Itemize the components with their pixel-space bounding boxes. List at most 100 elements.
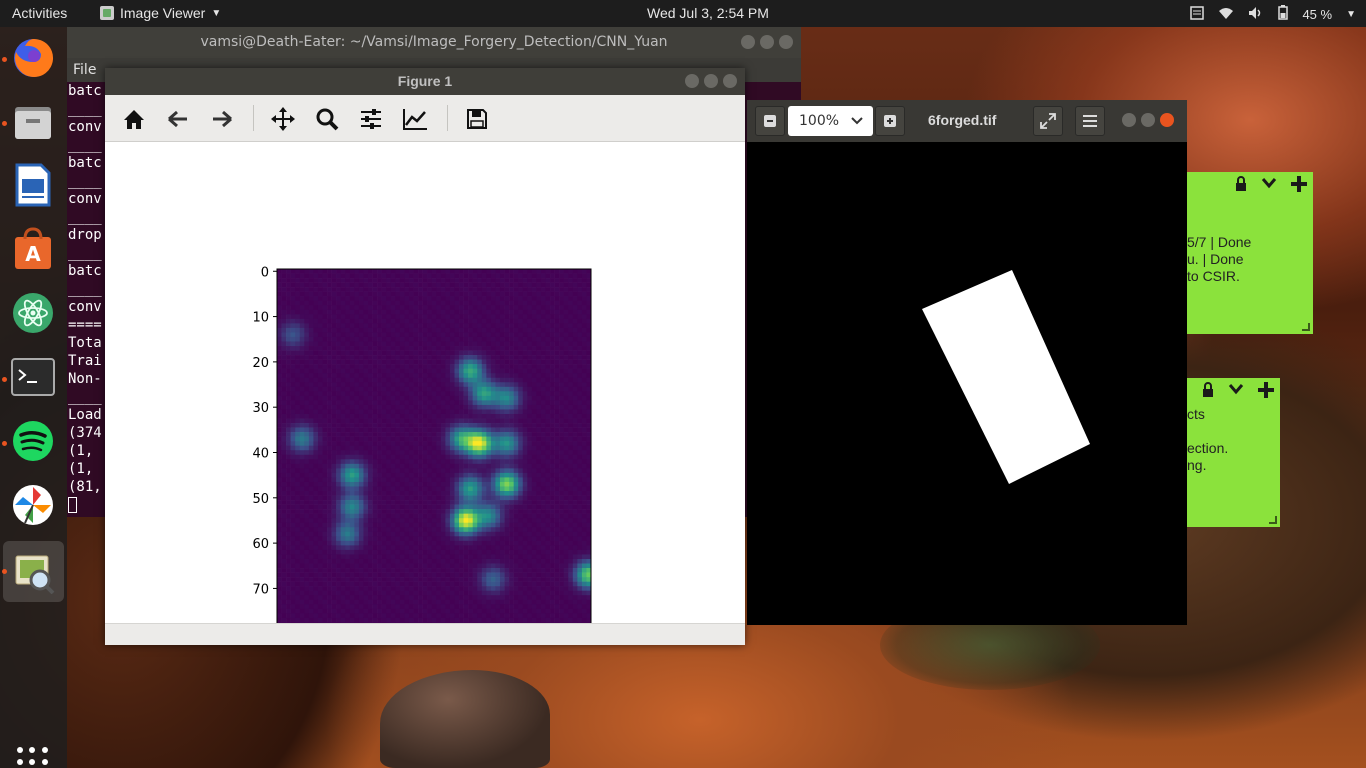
- forward-button[interactable]: [208, 105, 236, 133]
- activities-button[interactable]: Activities: [12, 5, 67, 21]
- heatmap-cell: [477, 309, 483, 315]
- power-menu-icon[interactable]: ▼: [1346, 9, 1356, 20]
- menu-file[interactable]: File: [73, 62, 96, 78]
- heatmap-cell: [554, 413, 560, 419]
- heatmap-cell: [399, 500, 405, 505]
- heatmap-cell: [277, 432, 282, 437]
- heatmap-cell: [495, 327, 501, 333]
- close-button[interactable]: [723, 74, 737, 88]
- heatmap-cell: [431, 450, 437, 456]
- heatmap-cell: [431, 468, 437, 474]
- heatmap-cell: [418, 577, 423, 582]
- heatmap-cell: [559, 450, 564, 456]
- home-button[interactable]: [120, 105, 148, 133]
- zoom-button[interactable]: [313, 105, 341, 133]
- heatmap-cell: [345, 572, 351, 578]
- heatmap-cell: [536, 400, 542, 406]
- heatmap-cell: [527, 409, 533, 415]
- dock-pinwheel[interactable]: [8, 480, 58, 530]
- heatmap-cell: [277, 540, 282, 546]
- close-button[interactable]: [779, 35, 793, 49]
- maximize-button[interactable]: [704, 74, 718, 88]
- heatmap-cell: [577, 445, 583, 451]
- edit-axis-button[interactable]: [401, 105, 429, 133]
- save-button[interactable]: [463, 105, 491, 133]
- volume-icon[interactable]: [1248, 6, 1264, 23]
- heatmap-cell: [486, 454, 492, 460]
- heatmap-cell: [345, 323, 351, 329]
- heatmap-cell: [390, 581, 396, 587]
- heatmap-cell: [445, 314, 451, 320]
- heatmap-cell: [563, 423, 569, 428]
- dock-terminal[interactable]: [8, 352, 58, 402]
- heatmap-cell: [304, 323, 310, 329]
- heatmap-cell: [504, 441, 510, 446]
- heatmap-cell: [340, 563, 346, 569]
- heatmap-cell: [277, 549, 282, 555]
- heatmap-cell: [559, 495, 564, 501]
- plot-canvas[interactable]: 010203040506001020304050607080: [105, 142, 745, 658]
- dock-atom[interactable]: [8, 288, 58, 338]
- system-tray[interactable]: 45 % ▼: [1190, 5, 1356, 23]
- heatmap-cell: [317, 586, 323, 591]
- terminal-titlebar[interactable]: vamsi@Death-Eater: ~/Vamsi/Image_Forgery…: [67, 27, 801, 58]
- heatmap-cell: [504, 477, 510, 483]
- heatmap-cell: [358, 409, 364, 415]
- heatmap-cell: [527, 377, 533, 383]
- heatmap-cell: [449, 540, 455, 546]
- heatmap-cell: [331, 432, 337, 437]
- minimize-button[interactable]: [741, 35, 755, 49]
- heatmap-cell: [545, 572, 551, 578]
- figure-window[interactable]: Figure 1 0 10 20 30 40 50 60 70: [105, 68, 745, 658]
- maximize-button[interactable]: [760, 35, 774, 49]
- heatmap-cell: [436, 509, 442, 514]
- dock-firefox[interactable]: [8, 33, 58, 83]
- heatmap-cell: [286, 577, 291, 582]
- heatmap-cell: [354, 549, 360, 555]
- heatmap-cell: [490, 518, 496, 524]
- heatmap-cell: [413, 531, 419, 537]
- heatmap-cell: [340, 463, 346, 469]
- notes-icon[interactable]: [1190, 5, 1205, 23]
- clock[interactable]: Wed Jul 3, 2:54 PM: [647, 5, 769, 21]
- show-applications-icon[interactable]: [17, 747, 49, 768]
- back-button[interactable]: [164, 105, 192, 133]
- heatmap-cell: [372, 346, 378, 351]
- heatmap-cell: [486, 500, 492, 505]
- figure-titlebar[interactable]: Figure 1: [105, 68, 745, 95]
- dock-spotify[interactable]: [8, 416, 58, 466]
- heatmap-cell: [395, 441, 401, 446]
- heatmap-cell: [354, 581, 360, 587]
- heatmap-cell: [536, 413, 542, 419]
- heatmap-cell: [358, 291, 364, 297]
- dock-writer[interactable]: [8, 160, 58, 210]
- heatmap-cell: [358, 545, 364, 551]
- heatmap-cell: [372, 563, 378, 569]
- configure-subplots-button[interactable]: [357, 105, 385, 133]
- heatmap-cell: [308, 350, 314, 356]
- heatmap-cell: [340, 427, 346, 433]
- minimize-button[interactable]: [685, 74, 699, 88]
- terminal-window-controls: [736, 27, 793, 58]
- wifi-icon[interactable]: [1218, 6, 1234, 23]
- heatmap-chart[interactable]: 010203040506001020304050607080: [105, 142, 745, 658]
- heatmap-cell: [390, 296, 396, 302]
- dock-image-viewer[interactable]: [3, 541, 64, 602]
- heatmap-cell: [486, 395, 492, 401]
- heatmap-cell: [581, 296, 587, 302]
- heatmap-cell: [431, 382, 437, 388]
- heatmap-cell: [490, 323, 496, 329]
- pan-button[interactable]: [269, 105, 297, 133]
- dock-files[interactable]: [8, 97, 58, 147]
- heatmap-cell: [463, 359, 469, 365]
- heatmap-cell: [454, 364, 460, 369]
- app-menu[interactable]: Image Viewer ▼: [100, 5, 221, 21]
- heatmap-cell: [504, 318, 510, 324]
- heatmap-cell: [368, 558, 373, 564]
- heatmap-cell: [363, 413, 369, 419]
- dock-software[interactable]: A: [8, 224, 58, 274]
- heatmap-cell: [463, 377, 469, 383]
- battery-icon[interactable]: [1278, 5, 1289, 23]
- heatmap-cell: [286, 318, 291, 324]
- heatmap-cell: [295, 296, 301, 302]
